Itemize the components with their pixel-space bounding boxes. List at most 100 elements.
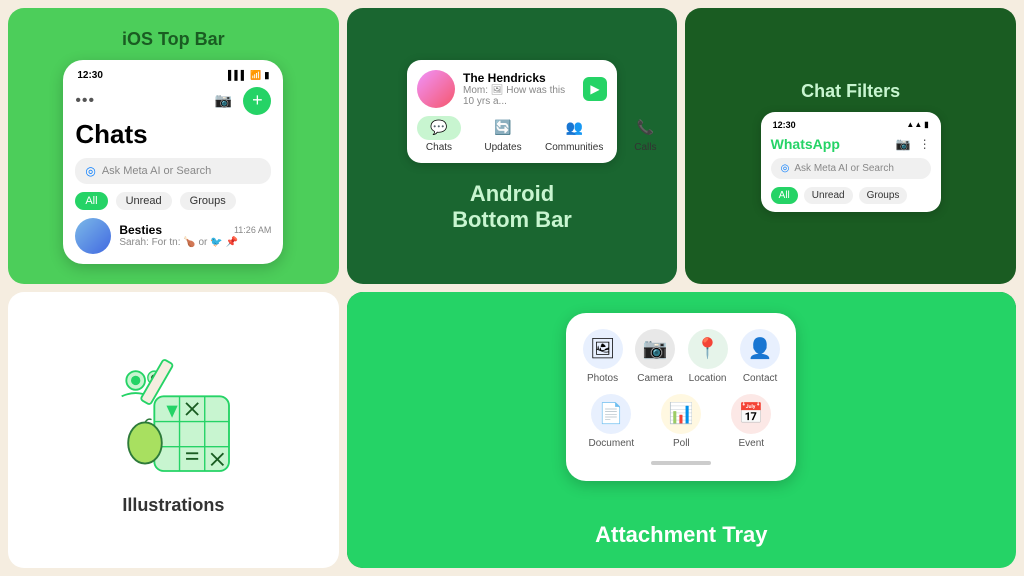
filters-menu-icon[interactable]: ⋮ — [919, 137, 931, 151]
filters-tab-row: All Unread Groups — [771, 187, 931, 204]
ios-status-bar: 12:30 ▌▌▌ 📶 ▮ — [75, 70, 271, 81]
ios-chat-time: 11:26 AM — [234, 225, 271, 235]
android-nav-calls-bg: 📞 — [623, 116, 667, 140]
attach-camera-icon: 📷 — [635, 329, 675, 369]
ios-chat-item[interactable]: Besties 11:26 AM Sarah: For tn: 🍗 or 🐦 📌 — [75, 218, 271, 254]
illustrations-card-title: Illustrations — [122, 495, 224, 516]
ios-chat-preview: Sarah: For tn: 🍗 or 🐦 📌 — [119, 237, 271, 248]
ios-top-actions: ••• 📷 + — [75, 87, 271, 115]
card-android-bottom-bar: The Hendricks Mom: 🖼 How was this 10 yrs… — [347, 8, 678, 284]
attach-event[interactable]: 📅 Event — [722, 394, 780, 449]
ios-time: 12:30 — [77, 70, 103, 81]
android-nav-chats-label: Chats — [426, 142, 452, 153]
filters-search-bar[interactable]: ◎ Ask Meta AI or Search — [771, 158, 931, 179]
attach-document[interactable]: 📄 Document — [582, 394, 640, 449]
ios-card-title: iOS Top Bar — [122, 29, 225, 50]
card-attachment-tray: 🖼 Photos 📷 Camera 📍 Location 👤 — [347, 292, 1016, 568]
android-card-title: Android Bottom Bar — [452, 181, 572, 233]
ios-camera-button[interactable]: 📷 — [211, 89, 235, 113]
attach-poll[interactable]: 📊 Poll — [652, 394, 710, 449]
attach-camera[interactable]: 📷 Camera — [635, 329, 676, 384]
ios-action-icons: 📷 + — [211, 87, 271, 115]
signal-icon: ▌▌▌ — [228, 70, 247, 80]
filters-brand: WhatsApp — [771, 136, 840, 152]
ios-chat-avatar — [75, 218, 111, 254]
filters-battery-icon: ▮ — [924, 120, 928, 129]
attach-contact-label: Contact — [743, 373, 777, 384]
attach-document-icon: 📄 — [591, 394, 631, 434]
illustration-image — [103, 345, 243, 485]
filters-meta-ai-icon: ◎ — [781, 163, 790, 174]
attach-contact[interactable]: 👤 Contact — [740, 329, 781, 384]
battery-icon: ▮ — [264, 70, 269, 81]
attach-photos-icon: 🖼 — [583, 329, 623, 369]
filters-tab-groups[interactable]: Groups — [859, 187, 908, 204]
ios-filter-groups[interactable]: Groups — [180, 192, 236, 210]
android-chats-icon: 💬 — [430, 119, 447, 136]
android-calls-icon: 📞 — [637, 119, 654, 136]
android-bottom-nav: 💬 Chats 🔄 Updates 👥 Communities 📞 — [417, 116, 607, 153]
attach-photos-label: Photos — [587, 373, 618, 384]
android-nav-calls-label: Calls — [634, 142, 656, 153]
ios-filter-tabs: All Unread Groups — [75, 192, 271, 210]
android-nav-chats[interactable]: 💬 Chats — [417, 116, 461, 153]
filters-tab-unread[interactable]: Unread — [804, 187, 853, 204]
filters-wifi-icon: ▲▲ — [906, 120, 922, 129]
ios-status-icons: ▌▌▌ 📶 ▮ — [228, 70, 269, 81]
android-nav-communities[interactable]: 👥 Communities — [545, 116, 603, 153]
android-chat-info: The Hendricks Mom: 🖼 How was this 10 yrs… — [463, 71, 575, 107]
attach-photos[interactable]: 🖼 Photos — [582, 329, 623, 384]
ios-filter-unread[interactable]: Unread — [116, 192, 172, 210]
attachment-phone-mockup: 🖼 Photos 📷 Camera 📍 Location 👤 — [566, 313, 796, 481]
android-contact-name: The Hendricks — [463, 71, 575, 85]
android-contact-sub: Mom: 🖼 How was this 10 yrs a... — [463, 85, 575, 107]
filters-camera-icon[interactable]: 📷 — [896, 137, 911, 151]
attachment-card-title: Attachment Tray — [595, 522, 767, 548]
filters-status-bar: 12:30 ▲▲ ▮ — [771, 120, 931, 130]
attach-event-label: Event — [739, 438, 765, 449]
phone-home-bar — [651, 461, 711, 465]
ios-dots-menu[interactable]: ••• — [75, 92, 95, 110]
card-chat-filters: Chat Filters 12:30 ▲▲ ▮ WhatsApp 📷 ⋮ ◎ A… — [685, 8, 1016, 284]
android-communities-icon: 👥 — [565, 119, 582, 136]
ios-new-chat-button[interactable]: + — [243, 87, 271, 115]
ios-phone-mockup: 12:30 ▌▌▌ 📶 ▮ ••• 📷 + Chats ◎ Ask Meta A… — [63, 60, 283, 264]
attach-location-icon: 📍 — [688, 329, 728, 369]
attachment-row1: 🖼 Photos 📷 Camera 📍 Location 👤 — [582, 329, 780, 384]
wifi-icon: 📶 — [250, 70, 261, 81]
android-chat-avatar — [417, 70, 455, 108]
attach-contact-icon: 👤 — [740, 329, 780, 369]
ios-filter-all[interactable]: All — [75, 192, 107, 210]
attach-location-label: Location — [689, 373, 727, 384]
attach-poll-icon: 📊 — [661, 394, 701, 434]
android-nav-calls[interactable]: 📞 Calls — [623, 116, 667, 153]
android-video-icon[interactable]: ▶ — [583, 77, 607, 101]
android-nav-updates-label: Updates — [484, 142, 521, 153]
attach-poll-label: Poll — [673, 438, 690, 449]
card-illustrations: Illustrations — [8, 292, 339, 568]
ios-search-bar[interactable]: ◎ Ask Meta AI or Search — [75, 158, 271, 184]
android-chat-card: The Hendricks Mom: 🖼 How was this 10 yrs… — [407, 60, 617, 163]
attach-document-label: Document — [589, 438, 635, 449]
filters-phone-mockup: 12:30 ▲▲ ▮ WhatsApp 📷 ⋮ ◎ Ask Meta AI or… — [761, 112, 941, 212]
filters-status-icons: ▲▲ ▮ — [906, 120, 928, 129]
filters-tab-all[interactable]: All — [771, 187, 798, 204]
android-nav-updates-bg: 🔄 — [481, 116, 525, 140]
android-nav-updates[interactable]: 🔄 Updates — [481, 116, 525, 153]
ios-chat-name: Besties — [119, 223, 162, 237]
attach-location[interactable]: 📍 Location — [687, 329, 728, 384]
ios-pin-icon: 📌 — [226, 237, 238, 248]
ios-search-placeholder: Ask Meta AI or Search — [102, 165, 211, 177]
android-updates-icon: 🔄 — [494, 119, 511, 136]
android-nav-chats-bg: 💬 — [417, 116, 461, 140]
android-nav-communities-bg: 👥 — [552, 116, 596, 140]
filters-header-icons: 📷 ⋮ — [896, 137, 931, 151]
filters-search-placeholder: Ask Meta AI or Search — [794, 163, 894, 174]
filters-card-title: Chat Filters — [801, 81, 900, 102]
ios-chat-name-row: Besties 11:26 AM — [119, 223, 271, 237]
attachment-row2: 📄 Document 📊 Poll 📅 Event — [582, 394, 780, 449]
filters-header: WhatsApp 📷 ⋮ — [771, 136, 931, 152]
filters-time: 12:30 — [773, 120, 796, 130]
attach-camera-label: Camera — [637, 373, 673, 384]
attach-event-icon: 📅 — [731, 394, 771, 434]
